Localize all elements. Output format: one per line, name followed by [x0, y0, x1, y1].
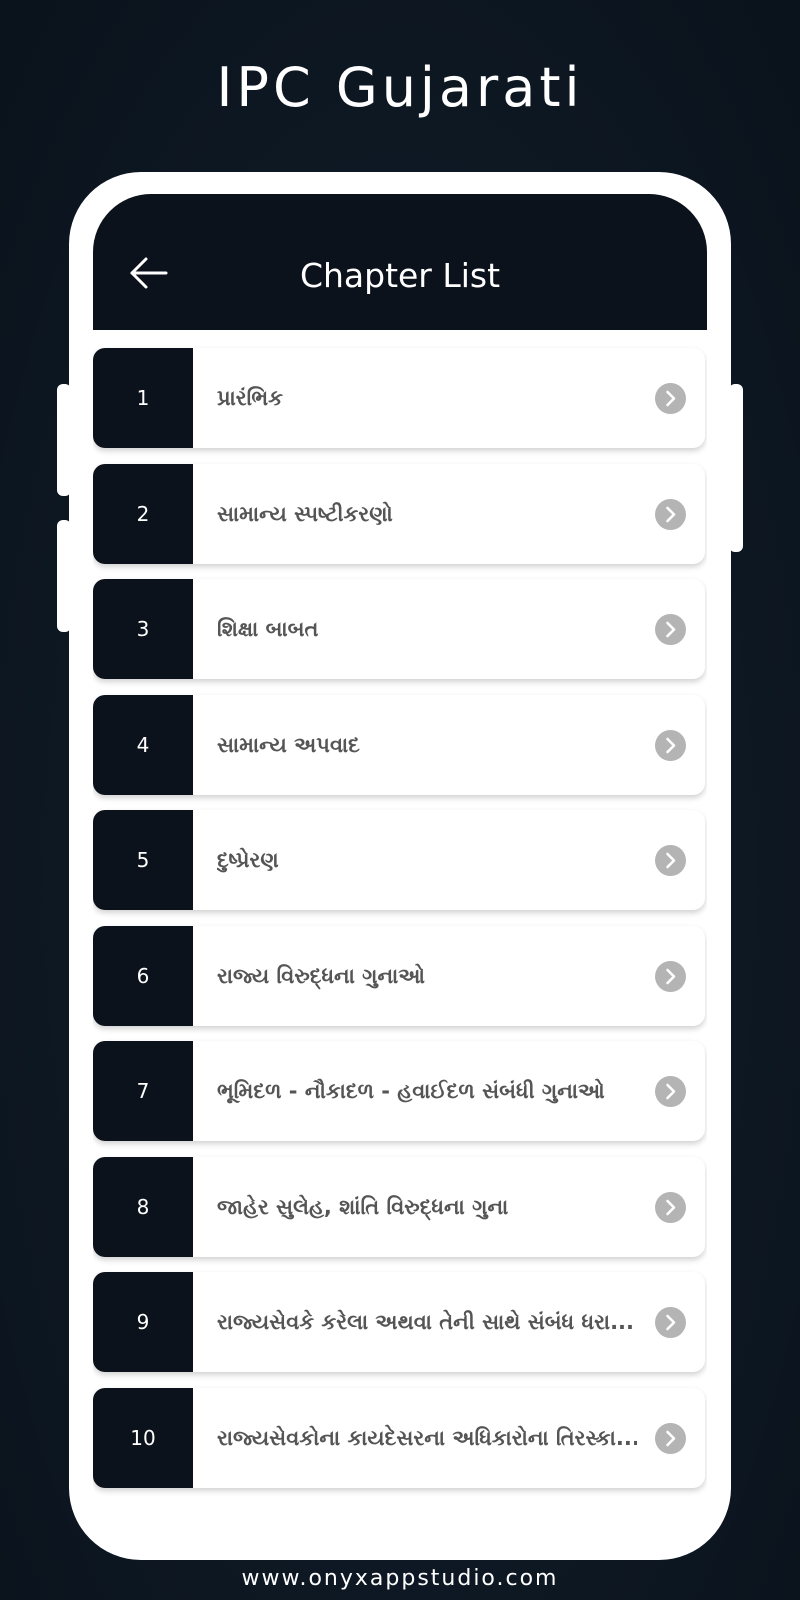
chevron-right-circle-icon[interactable]	[655, 383, 686, 414]
chapter-title: સામાન્ય અપવાદ	[217, 732, 360, 757]
chevron-right-circle-icon[interactable]	[655, 1307, 686, 1338]
chapter-number: 1	[93, 348, 193, 448]
chevron-right-circle-icon[interactable]	[655, 614, 686, 645]
chapter-title: દુષ્પ્રેરણ	[217, 847, 279, 872]
chapter-list-item[interactable]: 6 રાજ્ય વિરુદ્ધના ગુનાઓ	[93, 926, 705, 1026]
chevron-right-circle-icon[interactable]	[655, 1192, 686, 1223]
chevron-right-circle-icon[interactable]	[655, 499, 686, 530]
chapter-number: 2	[93, 464, 193, 564]
chapter-list-item[interactable]: 4 સામાન્ય અપવાદ	[93, 695, 705, 795]
chapter-title: શિક્ષા બાબત	[217, 616, 319, 641]
chapter-title: ભૂમિદળ - નૌકાદળ - હવાઈદળ સંબંધી ગુનાઓ	[217, 1078, 605, 1103]
chapter-list-item[interactable]: 8 જાહેર સુલેહ, શાંતિ વિરુદ્ધના ગુના	[93, 1157, 705, 1257]
page-title: Chapter List	[299, 256, 501, 295]
chapter-list-item[interactable]: 7 ભૂમિદળ - નૌકાદળ - હવાઈદળ સંબંધી ગુનાઓ	[93, 1041, 705, 1141]
chapter-title: રાજ્યસેવકે કરેલા અથવા તેની સાથે સંબંધ ધર…	[217, 1309, 635, 1334]
chapter-number: 9	[93, 1272, 193, 1372]
app-screen: Chapter List 1 પ્રારંભિક 2 સામાન્ય સ્પષ્ટીક…	[93, 194, 707, 1538]
footer-url: www.onyxappstudio.com	[241, 1566, 559, 1591]
chapter-number: 8	[93, 1157, 193, 1257]
phone-side-button-right	[729, 384, 743, 552]
chapter-number: 10	[93, 1388, 193, 1488]
chevron-right-circle-icon[interactable]	[655, 1423, 686, 1454]
chapter-number: 7	[93, 1041, 193, 1141]
chevron-right-circle-icon[interactable]	[655, 1076, 686, 1107]
chapter-list-item[interactable]: 1 પ્રારંભિક	[93, 348, 705, 448]
chevron-right-circle-icon[interactable]	[655, 961, 686, 992]
chapter-number: 6	[93, 926, 193, 1026]
chevron-right-circle-icon[interactable]	[655, 730, 686, 761]
chapter-title: જાહેર સુલેહ, શાંતિ વિરુદ્ધના ગુના	[217, 1194, 509, 1219]
chapter-list-item[interactable]: 5 દુષ્પ્રેરણ	[93, 810, 705, 910]
chapter-number: 3	[93, 579, 193, 679]
chapter-number: 4	[93, 695, 193, 795]
chapter-list-item[interactable]: 2 સામાન્ય સ્પષ્ટીકરણો	[93, 464, 705, 564]
promo-title: IPC Gujarati	[216, 56, 584, 119]
chapter-title: સામાન્ય સ્પષ્ટીકરણો	[217, 501, 393, 526]
chevron-right-circle-icon[interactable]	[655, 845, 686, 876]
chapter-list-item[interactable]: 10 રાજ્યસેવકોના કાયદેસરના અધિકારોના તિરસ્…	[93, 1388, 705, 1488]
chapter-list-item[interactable]: 9 રાજ્યસેવકે કરેલા અથવા તેની સાથે સંબંધ ધ…	[93, 1272, 705, 1372]
chapter-title: પ્રારંભિક	[217, 385, 284, 410]
chapter-list-item[interactable]: 3 શિક્ષા બાબત	[93, 579, 705, 679]
app-header: Chapter List	[93, 194, 707, 330]
chapter-title: રાજ્યસેવકોના કાયદેસરના અધિકારોના તિરસ્કા…	[217, 1425, 637, 1450]
chapter-number: 5	[93, 810, 193, 910]
chapter-title: રાજ્ય વિરુદ્ધના ગુનાઓ	[217, 963, 425, 988]
